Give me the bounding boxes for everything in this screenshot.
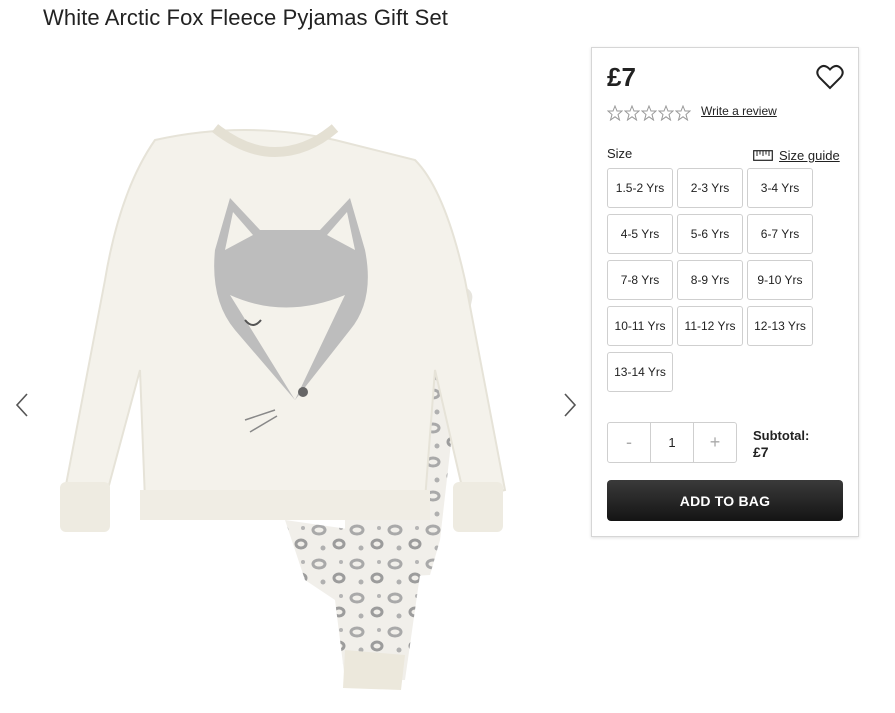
heart-icon[interactable]: [816, 64, 844, 90]
star-outline-icon: [641, 105, 657, 121]
size-option[interactable]: 13-14 Yrs: [607, 352, 673, 392]
size-option[interactable]: 8-9 Yrs: [677, 260, 743, 300]
size-option[interactable]: 6-7 Yrs: [747, 214, 813, 254]
star-outline-icon: [658, 105, 674, 121]
size-option[interactable]: 3-4 Yrs: [747, 168, 813, 208]
size-option[interactable]: 4-5 Yrs: [607, 214, 673, 254]
quantity-stepper: - 1 +: [607, 422, 737, 463]
page-title: White Arctic Fox Fleece Pyjamas Gift Set: [43, 5, 449, 30]
size-option[interactable]: 11-12 Yrs: [677, 306, 743, 346]
quantity-decrease-button[interactable]: -: [608, 423, 650, 462]
star-outline-icon: [624, 105, 640, 121]
size-options: 1.5-2 Yrs 2-3 Yrs 3-4 Yrs 4-5 Yrs 5-6 Yr…: [607, 168, 817, 392]
write-review-link[interactable]: Write a review: [701, 104, 777, 118]
size-guide-link[interactable]: Size guide: [753, 148, 840, 163]
size-option[interactable]: 5-6 Yrs: [677, 214, 743, 254]
size-label: Size: [607, 146, 633, 161]
product-gallery: [0, 40, 590, 710]
subtotal: Subtotal: £7: [753, 427, 809, 461]
subtotal-amount: £7: [753, 444, 769, 460]
size-option[interactable]: 12-13 Yrs: [747, 306, 813, 346]
chevron-left-icon: [15, 393, 28, 417]
gallery-prev-button[interactable]: [10, 385, 34, 425]
add-to-bag-button[interactable]: ADD TO BAG: [607, 480, 843, 521]
size-option[interactable]: 1.5-2 Yrs: [607, 168, 673, 208]
size-option[interactable]: 2-3 Yrs: [677, 168, 743, 208]
size-option[interactable]: 7-8 Yrs: [607, 260, 673, 300]
chevron-right-icon: [564, 393, 577, 417]
quantity-input[interactable]: 1: [650, 423, 694, 462]
size-option[interactable]: 10-11 Yrs: [607, 306, 673, 346]
quantity-increase-button[interactable]: +: [694, 423, 736, 462]
star-outline-icon: [607, 105, 623, 121]
star-outline-icon: [675, 105, 691, 121]
product-price: £7: [607, 62, 636, 92]
product-image: [60, 124, 507, 690]
subtotal-label: Subtotal:: [753, 428, 810, 443]
rating-stars: [607, 105, 691, 121]
purchase-panel: £7 Write a review Size Size guide 1.5-2 …: [591, 47, 859, 537]
size-guide-label: Size guide: [779, 148, 840, 163]
gallery-next-button[interactable]: [558, 385, 582, 425]
size-option[interactable]: 9-10 Yrs: [747, 260, 813, 300]
ruler-icon: [753, 150, 773, 161]
